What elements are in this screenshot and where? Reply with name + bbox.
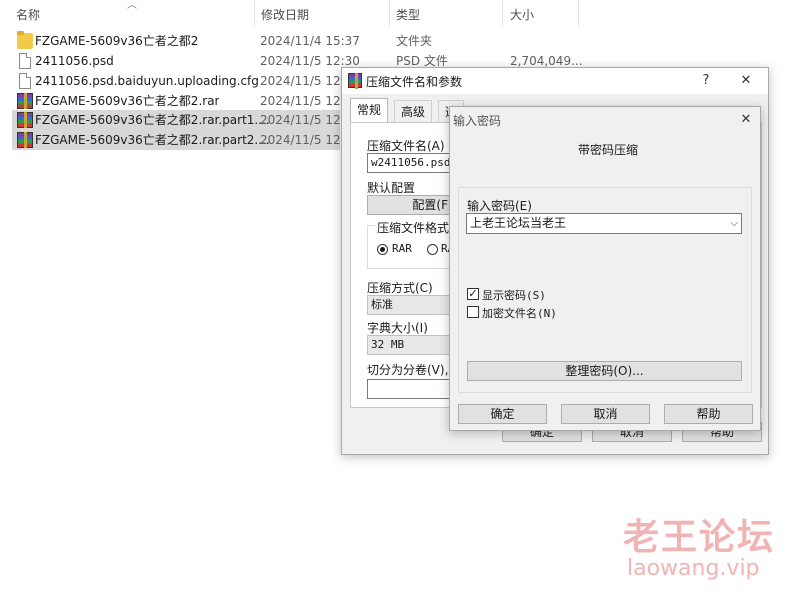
- dialog-titlebar[interactable]: 压缩文件名和参数 ? ✕: [342, 68, 768, 94]
- password-label: 输入密码(E): [467, 199, 532, 213]
- file-date: 2024/11/5 12:2: [260, 133, 353, 147]
- column-separator[interactable]: [389, 0, 390, 26]
- file-icon: [19, 53, 31, 69]
- show-password-checkbox[interactable]: ✓: [467, 288, 479, 300]
- file-row-selected[interactable]: FZGAME-5609v36亡者之都2.rar.part1.... 2024/1…: [12, 110, 352, 130]
- tab-advanced[interactable]: 高级: [394, 100, 433, 122]
- dictionary-label: 字典大小(I): [367, 321, 428, 335]
- file-row-selected[interactable]: FZGAME-5609v36亡者之都2.rar.part2.... 2024/1…: [12, 130, 352, 150]
- file-date: 2024/11/5 12:3: [260, 74, 353, 88]
- password-dialog: 输入密码 ✕ 带密码压缩 确定 取消 帮助: [449, 106, 761, 431]
- file-row[interactable]: FZGAME-5609v36亡者之都2 2024/11/4 15:37: [12, 31, 360, 51]
- format-rar-label: RAR: [392, 242, 412, 255]
- dialog-titlebar[interactable]: 输入密码 ✕: [450, 107, 760, 133]
- dialog-title: 压缩文件名和参数: [366, 75, 463, 89]
- file-row[interactable]: 2411056.psd 2024/11/5 12:30: [12, 51, 360, 71]
- dictionary-select[interactable]: 32 MB: [367, 335, 451, 355]
- close-icon[interactable]: ✕: [734, 70, 758, 92]
- cancel-button[interactable]: 取消: [561, 404, 650, 424]
- password-input[interactable]: 上老王论坛当老王 ⌵: [466, 213, 742, 234]
- file-name: 2411056.psd.baiduyun.uploading.cfg: [35, 74, 259, 88]
- column-size[interactable]: 大小: [510, 6, 534, 24]
- file-icon: [19, 73, 31, 89]
- file-date: 2024/11/4 15:37: [260, 34, 360, 48]
- file-date: 2024/11/5 12:2: [260, 113, 353, 127]
- tab-general[interactable]: 常规: [350, 98, 389, 123]
- close-icon[interactable]: ✕: [734, 109, 758, 131]
- file-type: 文件夹: [396, 34, 433, 48]
- password-value: 上老王论坛当老王: [470, 216, 567, 230]
- dialog-title: 输入密码: [453, 114, 502, 128]
- profile-button[interactable]: 配置(F: [367, 195, 451, 215]
- column-separator[interactable]: [254, 0, 255, 26]
- rar-icon: [17, 93, 33, 109]
- dialog-heading: 带密码压缩: [578, 143, 639, 157]
- watermark-logo: 老王论坛: [623, 516, 776, 558]
- split-volumes-input[interactable]: [367, 379, 451, 399]
- encrypt-names-checkbox[interactable]: [467, 306, 479, 318]
- rar-icon: [17, 112, 33, 128]
- file-name: FZGAME-5609v36亡者之都2.rar.part1....: [35, 113, 270, 127]
- method-label: 压缩方式(C): [367, 281, 433, 295]
- file-row[interactable]: FZGAME-5609v36亡者之都2.rar 2024/11/5 12:0: [12, 91, 352, 111]
- file-date: 2024/11/5 12:0: [260, 94, 353, 108]
- organize-passwords-button[interactable]: 整理密码(O)...: [467, 361, 742, 381]
- column-type[interactable]: 类型: [396, 6, 420, 24]
- default-profile-label: 默认配置: [367, 181, 416, 195]
- file-row[interactable]: 2411056.psd.baiduyun.uploading.cfg 2024/…: [12, 71, 352, 91]
- file-name: FZGAME-5609v36亡者之都2: [35, 34, 199, 48]
- split-volumes-label: 切分为分卷(V),: [367, 363, 449, 377]
- method-select[interactable]: 标准: [367, 295, 451, 315]
- archive-name-input[interactable]: w2411056.psd: [367, 153, 451, 173]
- rar-icon: [17, 132, 33, 148]
- help-icon[interactable]: ?: [694, 70, 718, 92]
- column-header: ︿ 名称 修改日期 类型 大小: [0, 0, 800, 28]
- format-rar-radio[interactable]: [377, 244, 388, 255]
- encrypt-names-label: 加密文件名(N): [482, 307, 557, 320]
- column-separator[interactable]: [578, 0, 579, 26]
- archive-name-label: 压缩文件名(A): [367, 139, 445, 153]
- file-name: 2411056.psd: [35, 54, 114, 68]
- format-group-label: 压缩文件格式: [375, 219, 452, 236]
- column-separator[interactable]: [502, 0, 503, 26]
- folder-icon: [17, 31, 33, 49]
- help-button[interactable]: 帮助: [664, 404, 753, 424]
- column-date[interactable]: 修改日期: [261, 6, 309, 24]
- column-name[interactable]: 名称: [16, 6, 40, 24]
- file-name: FZGAME-5609v36亡者之都2.rar.part2....: [35, 133, 270, 147]
- file-name: FZGAME-5609v36亡者之都2.rar: [35, 94, 220, 108]
- chevron-down-icon[interactable]: ⌵: [730, 214, 738, 233]
- watermark-url: laowang.vip: [627, 556, 760, 581]
- show-password-label: 显示密码(S): [482, 289, 546, 302]
- sort-up-icon: ︿: [127, 0, 137, 11]
- winrar-icon: [348, 73, 362, 89]
- format-rar4-radio[interactable]: [427, 244, 438, 255]
- ok-button[interactable]: 确定: [458, 404, 547, 424]
